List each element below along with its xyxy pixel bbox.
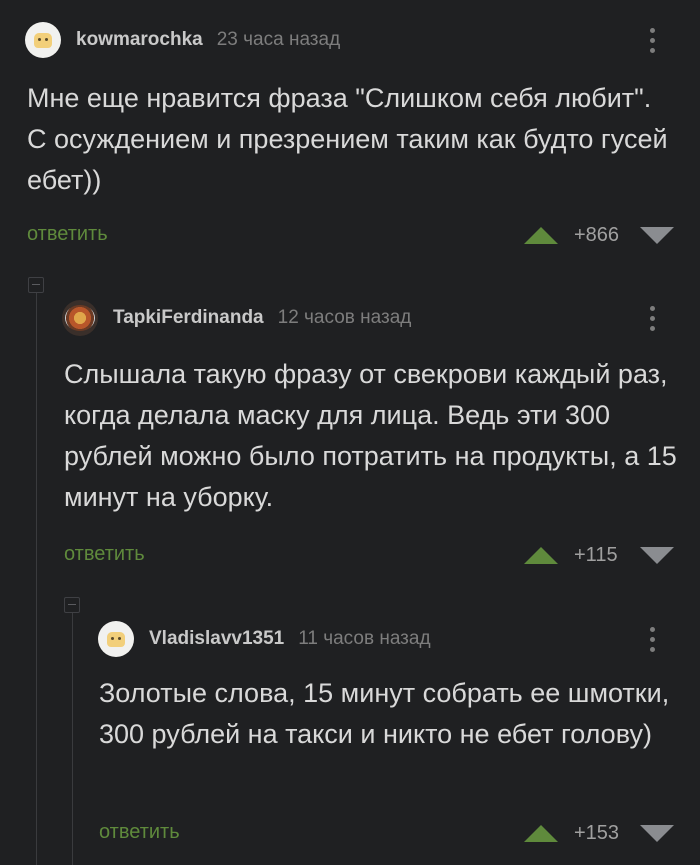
timestamp: 23 часа назад xyxy=(216,29,341,50)
username[interactable]: Vladislavv1351 xyxy=(149,628,284,650)
vote-controls: +115 xyxy=(524,544,674,567)
reply-button[interactable]: ответить xyxy=(64,543,145,566)
thread-line xyxy=(36,292,37,865)
user-avatar[interactable] xyxy=(98,621,134,657)
user-avatar[interactable] xyxy=(25,22,61,58)
collapse-thread-button[interactable] xyxy=(28,277,44,293)
vote-score: +115 xyxy=(574,544,618,566)
downvote-icon[interactable] xyxy=(640,825,674,842)
comment-header: kowmarochka 23 часа назад xyxy=(25,22,340,58)
timestamp: 11 часов назад xyxy=(298,628,431,649)
user-avatar[interactable] xyxy=(62,300,98,336)
comment-header: Vladislavv1351 11 часов назад xyxy=(98,621,431,657)
sweater-avatar-icon xyxy=(34,33,52,48)
downvote-icon[interactable] xyxy=(640,227,674,244)
vote-score: +153 xyxy=(574,822,620,844)
food-avatar-icon xyxy=(65,305,95,331)
collapse-thread-button[interactable] xyxy=(64,597,80,613)
timestamp: 12 часов назад xyxy=(277,307,412,328)
username[interactable]: kowmarochka xyxy=(76,29,203,51)
reply-button[interactable]: ответить xyxy=(99,821,180,844)
sweater-avatar-icon xyxy=(107,632,125,647)
vote-score: +866 xyxy=(574,224,620,246)
thread-line xyxy=(72,612,73,865)
reply-button[interactable]: ответить xyxy=(27,223,108,246)
comment-text: Золотые слова, 15 минут собрать ее шмотк… xyxy=(99,678,670,749)
more-options-icon[interactable] xyxy=(649,627,655,657)
comment-header: TapkiFerdinanda 12 часов назад xyxy=(62,300,411,336)
upvote-icon[interactable] xyxy=(524,227,558,244)
comment-text: Слышала такую фразу от свекрови каждый р… xyxy=(64,359,677,512)
more-options-icon[interactable] xyxy=(649,28,655,58)
more-options-icon[interactable] xyxy=(649,306,655,336)
upvote-icon[interactable] xyxy=(524,547,558,564)
vote-controls: +153 xyxy=(524,822,674,845)
comment-text: Мне еще нравится фраза "Слишком себя люб… xyxy=(27,83,668,195)
vote-controls: +866 xyxy=(524,224,674,247)
username[interactable]: TapkiFerdinanda xyxy=(113,307,264,329)
downvote-icon[interactable] xyxy=(640,547,674,564)
upvote-icon[interactable] xyxy=(524,825,558,842)
